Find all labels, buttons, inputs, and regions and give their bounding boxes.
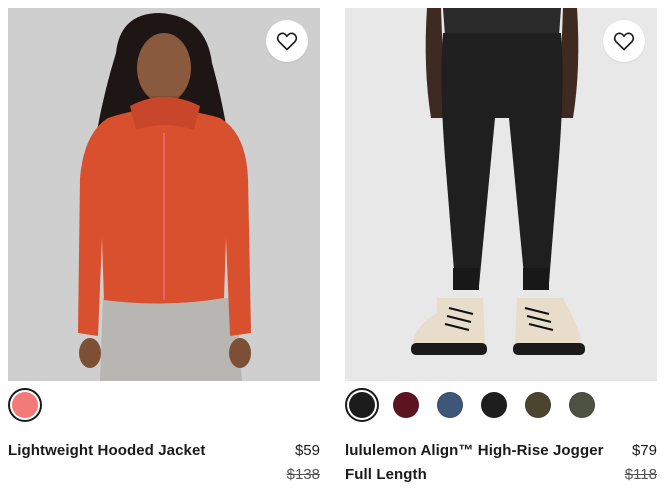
original-price: $138 bbox=[286, 466, 320, 483]
product-info: lululemon Align™ High-Rise Jogger Full L… bbox=[345, 439, 657, 487]
swatch-black-2[interactable] bbox=[477, 388, 511, 422]
swatch-color-dot bbox=[393, 392, 419, 418]
swatch-black[interactable] bbox=[345, 388, 379, 422]
jogger-photo bbox=[345, 8, 657, 381]
product-name[interactable]: Lightweight Hooded Jacket bbox=[8, 439, 273, 487]
product-image-jogger[interactable] bbox=[345, 8, 657, 381]
product-name[interactable]: lululemon Align™ High-Rise Jogger Full L… bbox=[345, 439, 610, 487]
swatch-olive-brown[interactable] bbox=[521, 388, 555, 422]
swatch-color-dot bbox=[569, 392, 595, 418]
swatch-color-dot bbox=[481, 392, 507, 418]
swatch-color-dot bbox=[12, 392, 38, 418]
heart-outline-icon bbox=[276, 32, 298, 51]
swatch-coral[interactable] bbox=[8, 388, 42, 422]
price-group: $79 $118 bbox=[625, 439, 657, 487]
jacket-photo bbox=[8, 8, 320, 381]
swatch-color-dot bbox=[437, 392, 463, 418]
price-group: $59 $138 bbox=[287, 439, 320, 487]
swatch-color-dot bbox=[349, 392, 375, 418]
product-info: Lightweight Hooded Jacket $59 $138 bbox=[8, 439, 320, 487]
product-card-jogger[interactable]: lululemon Align™ High-Rise Jogger Full L… bbox=[345, 0, 657, 487]
sale-price: $79 bbox=[631, 442, 657, 459]
color-swatches bbox=[345, 388, 657, 422]
swatch-burgundy[interactable] bbox=[389, 388, 423, 422]
product-card-jacket[interactable]: Lightweight Hooded Jacket $59 $138 bbox=[8, 0, 320, 487]
swatch-navy-blue[interactable] bbox=[433, 388, 467, 422]
original-price: $118 bbox=[624, 466, 657, 483]
swatch-color-dot bbox=[525, 392, 551, 418]
product-image-jacket[interactable] bbox=[8, 8, 320, 381]
wishlist-button[interactable] bbox=[603, 20, 645, 62]
wishlist-button[interactable] bbox=[266, 20, 308, 62]
heart-outline-icon bbox=[613, 32, 635, 51]
sale-price: $59 bbox=[294, 442, 320, 459]
swatch-olive-green[interactable] bbox=[565, 388, 599, 422]
color-swatches bbox=[8, 388, 320, 422]
